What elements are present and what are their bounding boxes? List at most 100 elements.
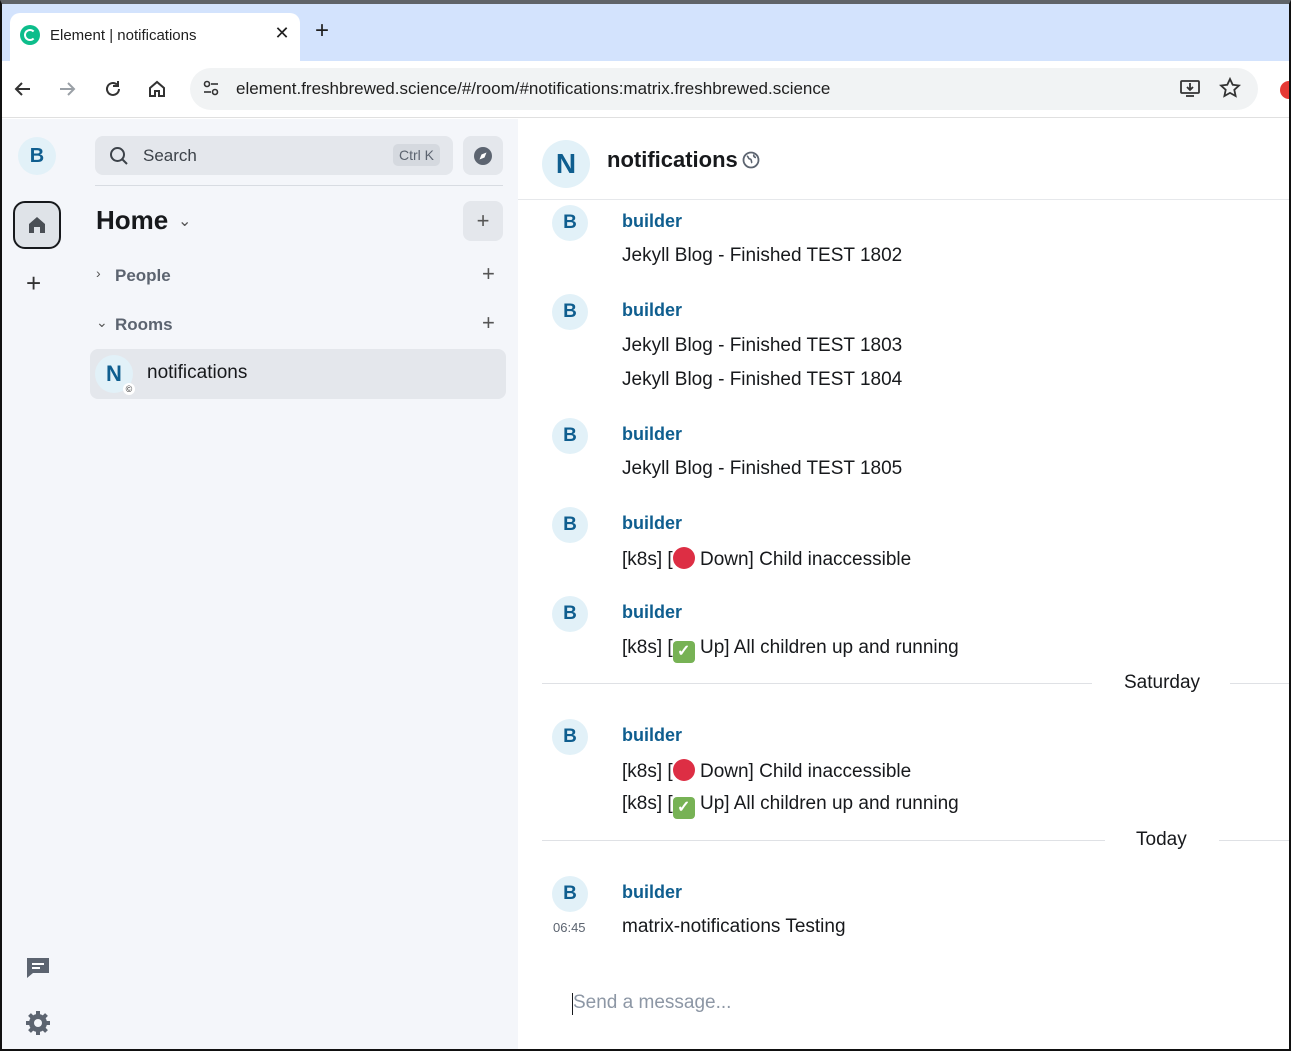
room-header[interactable]: N notifications — [518, 119, 1289, 200]
settings-gear-icon[interactable] — [24, 1009, 52, 1037]
divider — [1230, 683, 1289, 684]
message-body: [k8s] [ Down] Child inaccessible — [622, 547, 911, 571]
search-label: Search — [143, 146, 197, 165]
message-body: [k8s] [✓ Up] All children up and running — [622, 637, 959, 663]
message-body: Jekyll Blog - Finished TEST 1805 — [622, 458, 903, 479]
sender-name[interactable]: builder — [622, 424, 682, 445]
message-prefix: [k8s] [ — [622, 637, 673, 658]
sender-avatar[interactable]: B — [552, 507, 588, 543]
check-mark-icon: ✓ — [672, 797, 695, 819]
threads-icon[interactable] — [24, 955, 52, 981]
room-tile-notifications[interactable]: N © notifications — [90, 349, 506, 399]
date-label: Saturday — [1124, 672, 1201, 693]
site-settings-icon[interactable] — [202, 79, 220, 97]
chevron-down-icon[interactable]: ⌄ — [178, 211, 191, 231]
browser-toolbar: element.freshbrewed.science/#/room/#noti… — [2, 61, 1289, 118]
divider — [1219, 840, 1289, 841]
date-separator: Saturday — [542, 669, 1289, 699]
sender-avatar[interactable]: B — [552, 719, 588, 755]
message-body: [k8s] [ Down] Child inaccessible — [622, 759, 911, 783]
browser-window: Element | notifications ✕ + element.fres… — [0, 0, 1291, 1051]
date-label: Today — [1136, 829, 1187, 850]
new-tab-button[interactable]: + — [315, 19, 329, 43]
divider — [95, 185, 503, 186]
message-suffix: Down] Child inaccessible — [694, 761, 912, 782]
sender-name[interactable]: builder — [622, 882, 682, 903]
message-prefix: [k8s] [ — [622, 793, 673, 814]
divider — [542, 840, 1105, 841]
search-button[interactable]: Search Ctrl K — [95, 136, 453, 175]
search-shortcut: Ctrl K — [393, 144, 440, 166]
add-room-button[interactable]: + — [463, 201, 503, 241]
add-people-button[interactable]: + — [482, 261, 495, 287]
sender-avatar[interactable]: B — [552, 294, 588, 330]
divider — [542, 683, 1092, 684]
timeline: B builder Jekyll Blog - Finished TEST 18… — [518, 201, 1289, 981]
room-avatar: N © — [95, 355, 135, 395]
message-body: Jekyll Blog - Finished TEST 1802 — [622, 245, 903, 266]
tab-strip: Element | notifications ✕ + — [2, 4, 1289, 61]
url-text: element.freshbrewed.science/#/room/#noti… — [236, 79, 831, 98]
home-icon[interactable] — [142, 74, 172, 104]
message-suffix: Up] All children up and running — [694, 637, 959, 658]
add-rooms-button[interactable]: + — [482, 310, 495, 336]
tab-title: Element | notifications — [50, 27, 197, 44]
composer-placeholder: Send a message... — [573, 992, 732, 1013]
chevron-down-icon[interactable]: ⌄ — [96, 314, 108, 331]
red-circle-icon — [672, 759, 695, 781]
sender-avatar[interactable]: B — [552, 876, 588, 912]
message-body: matrix-notifications Testing — [622, 916, 846, 937]
message-body: Jekyll Blog - Finished TEST 1803 — [622, 335, 903, 356]
message-suffix: Down] Child inaccessible — [694, 549, 912, 570]
star-icon[interactable] — [1218, 76, 1242, 101]
close-tab-icon[interactable]: ✕ — [272, 23, 292, 44]
explore-rooms-button[interactable] — [463, 136, 503, 175]
sender-name[interactable]: builder — [622, 513, 682, 534]
room-name: notifications — [147, 362, 248, 383]
room-avatar[interactable]: N — [542, 140, 590, 188]
room-title[interactable]: notifications — [607, 147, 738, 173]
extension-icon[interactable] — [1280, 81, 1289, 99]
sender-name[interactable]: builder — [622, 300, 682, 321]
message-body: [k8s] [✓ Up] All children up and running — [622, 793, 959, 819]
red-circle-icon — [672, 547, 695, 569]
sender-name[interactable]: builder — [622, 725, 682, 746]
sender-avatar[interactable]: B — [552, 418, 588, 454]
forward-icon[interactable] — [52, 74, 82, 104]
home-icon — [26, 214, 48, 236]
sender-avatar[interactable]: B — [552, 596, 588, 632]
user-avatar[interactable]: B — [18, 137, 56, 175]
message-composer[interactable]: Send a message... — [572, 991, 1262, 1021]
search-icon — [109, 146, 129, 166]
install-icon[interactable] — [1178, 77, 1202, 101]
message-suffix: Up] All children up and running — [694, 793, 959, 814]
compass-icon — [473, 146, 493, 166]
browser-tab[interactable]: Element | notifications ✕ — [10, 13, 300, 61]
public-room-icon: © — [123, 383, 135, 395]
room-list-panel: Search Ctrl K Home ⌄ + › People + ⌄ Room… — [80, 119, 518, 1049]
reload-icon[interactable] — [98, 74, 128, 104]
sender-avatar[interactable]: B — [552, 205, 588, 241]
home-space-button[interactable] — [13, 201, 61, 249]
home-title[interactable]: Home — [96, 205, 168, 236]
section-rooms[interactable]: ⌄ Rooms + — [96, 310, 506, 338]
sender-name[interactable]: builder — [622, 211, 682, 232]
section-label[interactable]: Rooms — [115, 315, 173, 335]
message-timestamp[interactable]: 06:45 — [553, 920, 586, 935]
globe-icon — [742, 151, 760, 169]
check-mark-icon: ✓ — [672, 641, 695, 663]
create-space-button[interactable]: + — [26, 269, 41, 297]
message-body: Jekyll Blog - Finished TEST 1804 — [622, 369, 903, 390]
address-bar[interactable]: element.freshbrewed.science/#/room/#noti… — [190, 68, 1258, 110]
room-avatar-initial: N — [106, 361, 122, 386]
back-icon[interactable] — [8, 74, 38, 104]
section-label[interactable]: People — [115, 266, 171, 286]
section-people[interactable]: › People + — [96, 261, 506, 289]
sender-name[interactable]: builder — [622, 602, 682, 623]
element-favicon-icon — [20, 25, 40, 45]
room-view: N notifications B builder Jekyll Blog - … — [518, 119, 1289, 1049]
message-prefix: [k8s] [ — [622, 549, 673, 570]
chevron-right-icon[interactable]: › — [96, 265, 101, 281]
date-separator: Today — [542, 826, 1289, 856]
space-panel: B + — [2, 119, 80, 1049]
